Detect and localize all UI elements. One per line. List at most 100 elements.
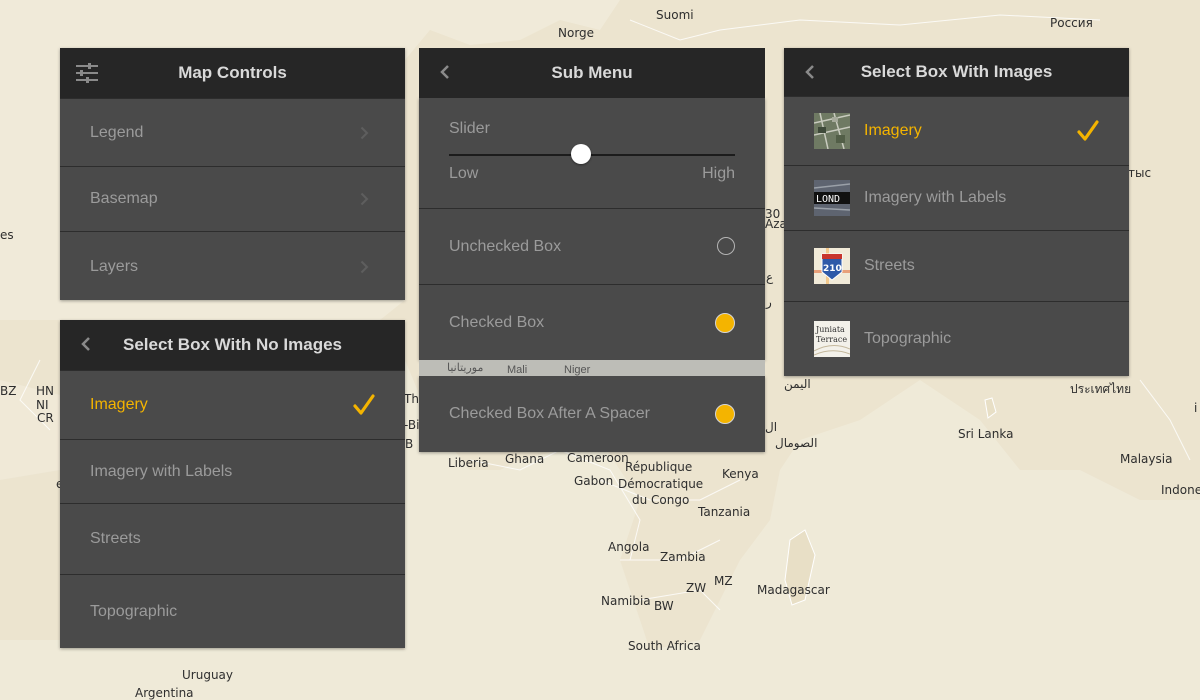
sub-menu-header: Sub Menu bbox=[419, 48, 765, 98]
checkbox-label: Unchecked Box bbox=[449, 237, 562, 255]
map-label-liberia: Liberia bbox=[448, 456, 489, 470]
map-label-number-fragment: 30 bbox=[765, 207, 781, 221]
chevron-right-icon bbox=[360, 192, 369, 206]
checked-box-after-spacer-row[interactable]: Checked Box After A Spacer bbox=[419, 376, 765, 452]
option-imagery-with-labels[interactable]: Imagery with Labels bbox=[60, 439, 405, 503]
thumbnail-text: LOND bbox=[816, 194, 840, 205]
map-label-ni: NI bbox=[36, 398, 49, 412]
map-label-rdc-3: du Congo bbox=[632, 493, 690, 507]
slider-label: Slider bbox=[449, 120, 490, 137]
spacer-map-label: موريتانيا bbox=[447, 362, 484, 374]
streets-thumbnail: 210 bbox=[814, 248, 850, 284]
option-label: Topographic bbox=[864, 330, 952, 347]
option-topographic[interactable]: Topographic bbox=[60, 574, 405, 649]
map-label-arabic-fragment-1: ع bbox=[766, 270, 774, 284]
checked-circle-icon[interactable] bbox=[715, 312, 735, 333]
unchecked-box-row[interactable]: Unchecked Box bbox=[419, 208, 765, 284]
menu-item-label: Legend bbox=[90, 123, 144, 141]
menu-item-label: Layers bbox=[90, 257, 139, 275]
map-label-namibia: Namibia bbox=[601, 594, 651, 608]
back-chevron-icon[interactable] bbox=[439, 64, 451, 80]
option-imagery[interactable]: Imagery bbox=[60, 370, 405, 439]
checkmark-icon bbox=[353, 394, 375, 415]
spacer-map-label: Mali bbox=[507, 364, 528, 376]
slider-high-label: High bbox=[702, 165, 735, 182]
option-imagery[interactable]: Imagery bbox=[784, 96, 1129, 165]
map-label-b: B bbox=[405, 437, 414, 451]
chevron-right-icon bbox=[360, 260, 369, 273]
map-label-bz: BZ bbox=[0, 384, 17, 398]
option-streets[interactable]: Streets bbox=[60, 503, 405, 574]
map-label-cameroon: Cameroon bbox=[567, 451, 629, 465]
slider-track[interactable] bbox=[449, 144, 735, 164]
map-label-yemen: اليمن bbox=[784, 377, 811, 391]
map-label-suomi: Suomi bbox=[656, 8, 694, 22]
topographic-thumbnail: Juniata Terrace bbox=[814, 321, 850, 357]
select-images-title: Select Box With Images bbox=[860, 62, 1053, 81]
map-label-thailand: ประเทศไทย bbox=[1070, 382, 1132, 396]
map-label-mz: MZ bbox=[714, 574, 733, 588]
slider-low-label: Low bbox=[449, 165, 479, 182]
map-controls-panel: Map Controls Legend Basemap Layers bbox=[60, 48, 405, 300]
slider-row: Slider Low High bbox=[419, 98, 765, 208]
checked-circle-icon[interactable] bbox=[715, 404, 735, 424]
map-label-indonesia: Indone bbox=[1161, 483, 1200, 497]
slider-thumb[interactable] bbox=[570, 144, 591, 164]
menu-item-label: Basemap bbox=[90, 190, 158, 207]
map-label-somalia: الصومال bbox=[775, 436, 818, 450]
map-label-south-africa: South Africa bbox=[628, 639, 701, 653]
checkbox-label: Checked Box After A Spacer bbox=[449, 405, 651, 422]
map-label-hn: HN bbox=[36, 384, 54, 398]
option-label: Streets bbox=[90, 530, 141, 547]
option-label: Imagery with Labels bbox=[864, 189, 1007, 206]
option-streets[interactable]: 210 Streets bbox=[784, 230, 1129, 301]
map-label-zambia: Zambia bbox=[660, 550, 706, 564]
select-no-images-panel: Select Box With No Images Imagery Imager… bbox=[60, 320, 405, 648]
menu-item-legend[interactable]: Legend bbox=[60, 98, 405, 166]
map-label-cyrillic-fragment: тыс bbox=[1128, 166, 1152, 180]
select-no-images-header: Select Box With No Images bbox=[60, 320, 405, 370]
back-chevron-icon[interactable] bbox=[80, 336, 92, 352]
map-label-i-fragment: i bbox=[1194, 401, 1198, 415]
map-controls-header: Map Controls bbox=[60, 48, 405, 98]
sliders-icon[interactable] bbox=[74, 60, 100, 86]
imagery-thumbnail bbox=[814, 113, 850, 149]
checked-box-row[interactable]: Checked Box bbox=[419, 284, 765, 360]
map-label-ethiopia-fragment: ال bbox=[765, 420, 778, 434]
imagery-labels-thumbnail: LOND bbox=[814, 180, 850, 216]
map-label-arabic-fragment-2: ر bbox=[766, 295, 772, 309]
back-chevron-icon[interactable] bbox=[804, 64, 816, 80]
map-label-uruguay: Uruguay bbox=[182, 668, 233, 682]
sub-menu-title: Sub Menu bbox=[551, 63, 633, 82]
map-label-zw: ZW bbox=[686, 581, 707, 595]
map-label-kenya: Kenya bbox=[722, 467, 759, 481]
option-label: Topographic bbox=[90, 603, 178, 620]
menu-item-basemap[interactable]: Basemap bbox=[60, 166, 405, 231]
option-label: Imagery bbox=[90, 396, 148, 413]
map-label-es: es bbox=[0, 228, 14, 242]
map-label-rdc-2: Démocratique bbox=[618, 477, 704, 491]
option-topographic[interactable]: Juniata Terrace Topographic bbox=[784, 301, 1129, 376]
map-label-madagascar: Madagascar bbox=[757, 583, 830, 597]
option-imagery-with-labels[interactable]: LOND Imagery with Labels bbox=[784, 165, 1129, 230]
chevron-right-icon bbox=[360, 126, 369, 139]
map-label-malaysia: Malaysia bbox=[1120, 452, 1173, 466]
menu-item-layers[interactable]: Layers bbox=[60, 231, 405, 301]
thumbnail-text: 210 bbox=[823, 264, 842, 274]
map-label-bi: -Bi bbox=[404, 418, 420, 432]
map-label-rdc-1: République bbox=[625, 460, 693, 474]
select-images-header: Select Box With Images bbox=[784, 48, 1129, 96]
checkbox-label: Checked Box bbox=[449, 313, 545, 331]
select-no-images-title: Select Box With No Images bbox=[122, 335, 342, 354]
map-label-angola: Angola bbox=[608, 540, 650, 554]
map-label-argentina: Argentina bbox=[135, 686, 194, 700]
sub-menu-panel: Sub Menu Slider Low High Unchecked Box C… bbox=[419, 48, 765, 452]
map-controls-title: Map Controls bbox=[178, 63, 287, 82]
thumbnail-text: Terrace bbox=[816, 335, 847, 344]
checkmark-icon bbox=[1077, 120, 1099, 141]
unchecked-circle-icon[interactable] bbox=[717, 236, 735, 255]
map-label-ghana: Ghana bbox=[505, 452, 545, 466]
map-label-tanzania: Tanzania bbox=[698, 505, 751, 519]
map-label-cr: CR bbox=[37, 411, 54, 425]
option-label: Streets bbox=[864, 257, 915, 274]
